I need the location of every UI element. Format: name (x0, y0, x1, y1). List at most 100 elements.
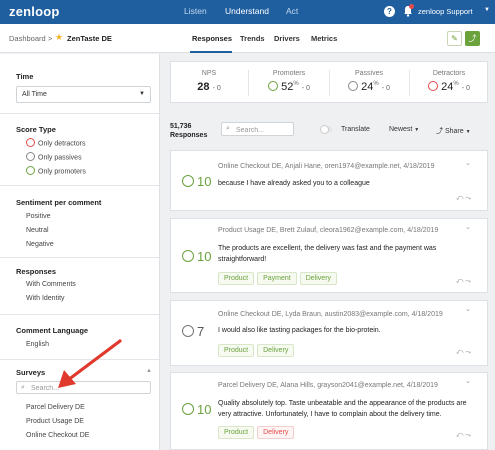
tag-delivery[interactable]: Delivery (257, 426, 295, 439)
share-icon: ⤴ (468, 34, 477, 43)
happy-face-icon (26, 166, 35, 175)
search-icon: ⌕ (226, 125, 230, 132)
divider (0, 314, 159, 315)
edit-button[interactable]: ✎ (447, 31, 462, 46)
chevron-down-icon[interactable]: ▼ (484, 7, 490, 13)
tab-responses[interactable]: Responses (192, 34, 232, 43)
response-card[interactable]: 10 Parcel Delivery DE, Alana Hills, gray… (170, 372, 488, 450)
divider (0, 113, 159, 114)
filter-sentiment-negative[interactable]: Negative (26, 241, 54, 248)
nav-listen[interactable]: Listen (184, 6, 207, 16)
reply-forward-icons[interactable]: ⤺ ⤳ (456, 432, 471, 440)
filter-sentiment-positive[interactable]: Positive (26, 213, 51, 220)
tag-product[interactable]: Product (218, 272, 255, 285)
filter-survey-parcel-delivery[interactable]: Parcel Delivery DE (26, 404, 85, 411)
breadcrumb-separator: > (48, 34, 53, 43)
filter-with-comments[interactable]: With Comments (26, 281, 76, 288)
filter-language-english[interactable]: English (26, 341, 49, 348)
sort-dropdown[interactable]: Newest ▼ (389, 126, 419, 133)
user-menu[interactable]: zenloop Support (418, 7, 473, 16)
tab-drivers[interactable]: Drivers (274, 34, 300, 43)
tag-delivery[interactable]: Delivery (299, 272, 338, 285)
tag-product[interactable]: Product (218, 426, 255, 439)
help-icon[interactable]: ? (384, 6, 395, 17)
chevron-down-icon[interactable]: ⌄ (465, 305, 471, 313)
response-meta: Online Checkout DE, Anjali Hane, oren197… (218, 163, 435, 170)
score-value: 10 (197, 174, 212, 189)
chevron-down-icon: ▼ (465, 129, 471, 135)
tag-list: Product Delivery (218, 344, 297, 357)
response-card[interactable]: 10 Product Usage DE, Brett Zulauf, cleor… (170, 218, 488, 293)
neutral-face-icon (182, 324, 194, 337)
nps-metric: NPS 28 - 0 (171, 62, 247, 104)
survey-search-field[interactable]: ⌕ (16, 381, 151, 394)
happy-face-icon (182, 174, 194, 187)
survey-search-input[interactable] (31, 383, 146, 393)
chevron-down-icon[interactable]: ⌄ (465, 159, 471, 167)
page-header: Dashboard > ★ ZenTaste DE Responses Tren… (0, 24, 495, 53)
tag-payment[interactable]: Payment (257, 272, 297, 285)
share-icon: ⤴ (436, 128, 443, 135)
filter-only-passives[interactable]: Only passives (26, 152, 82, 162)
star-icon[interactable]: ★ (55, 32, 63, 43)
tab-trends[interactable]: Trends (240, 34, 265, 43)
reply-forward-icons[interactable]: ⤺ ⤳ (456, 349, 471, 357)
share-label: Share (444, 128, 464, 135)
neutral-face-icon (26, 152, 35, 161)
passives-delta: - 0 (381, 85, 390, 92)
score-value: 7 (197, 324, 205, 339)
passives-value-row: 24% - 0 (330, 81, 408, 93)
reply-forward-icons[interactable]: ⤺ ⤳ (456, 195, 471, 203)
tag-product[interactable]: Product (218, 344, 255, 357)
divider (0, 185, 159, 186)
top-bar: zenloop Listen Understand Act ? zenloop … (0, 0, 495, 24)
responses-filter-title: Responses (16, 267, 57, 276)
score-value: 10 (197, 402, 212, 417)
translate-label: Translate (341, 126, 370, 133)
chevron-down-icon[interactable]: ⌄ (465, 377, 471, 385)
filter-survey-product-usage[interactable]: Product Usage DE (26, 418, 84, 425)
translate-toggle[interactable] (320, 125, 332, 134)
nav-understand[interactable]: Understand (225, 6, 269, 16)
filter-sentiment-neutral[interactable]: Neutral (26, 227, 49, 234)
share-dropdown[interactable]: ⤴ Share ▼ (436, 126, 471, 136)
filter-label: Only passives (38, 154, 82, 162)
promoters-value-row: 52% - 0 (249, 81, 329, 93)
response-meta: Parcel Delivery DE, Alana Hills, grayson… (218, 382, 438, 389)
nps-label: NPS (201, 70, 217, 77)
promoters-metric: Promoters 52% - 0 (249, 62, 329, 104)
response-search-field[interactable]: ⌕ (221, 122, 294, 136)
chevron-down-icon[interactable]: ⌄ (465, 223, 471, 231)
breadcrumb-dashboard[interactable]: Dashboard (9, 34, 46, 43)
chevron-up-icon[interactable]: ▲ (146, 368, 152, 374)
promoters-label: Promoters (272, 70, 306, 77)
sad-face-icon (26, 138, 35, 147)
filter-survey-online-checkout[interactable]: Online Checkout DE (26, 432, 89, 439)
reply-forward-icons[interactable]: ⤺ ⤳ (456, 278, 471, 286)
filter-only-detractors[interactable]: Only detractors (26, 138, 85, 148)
response-card[interactable]: 10 Online Checkout DE, Anjali Hane, oren… (170, 150, 488, 211)
happy-face-icon (268, 81, 279, 92)
neutral-face-icon (348, 81, 359, 92)
share-survey-button[interactable]: ⤴ (465, 31, 480, 46)
score-type-title: Score Type (16, 125, 56, 134)
response-search-input[interactable] (236, 125, 291, 135)
tab-metrics[interactable]: Metrics (311, 34, 337, 43)
filter-only-promoters[interactable]: Only promoters (26, 166, 86, 176)
response-card[interactable]: 7 Online Checkout DE, Lyda Braun, austin… (170, 300, 488, 366)
active-tab-indicator (190, 51, 232, 53)
response-score: 10 (182, 402, 211, 417)
chevron-down-icon: ▼ (414, 127, 420, 133)
response-score: 10 (182, 174, 211, 189)
detractors-label: Detractors (432, 70, 466, 77)
time-select[interactable]: All Time ▼ (16, 86, 151, 103)
response-comment: because I have already asked you to a co… (218, 180, 370, 187)
promoters-delta: - 0 (301, 85, 310, 92)
tag-delivery[interactable]: Delivery (257, 344, 295, 357)
filter-with-identity[interactable]: With Identity (26, 295, 65, 302)
response-comment: The products are excellent, the delivery… (218, 245, 437, 263)
response-meta: Online Checkout DE, Lyda Braun, austin20… (218, 311, 443, 318)
zenloop-logo[interactable]: zenloop (9, 4, 60, 19)
nav-act[interactable]: Act (286, 6, 298, 16)
detractors-value-row: 24% - 0 (410, 81, 488, 93)
